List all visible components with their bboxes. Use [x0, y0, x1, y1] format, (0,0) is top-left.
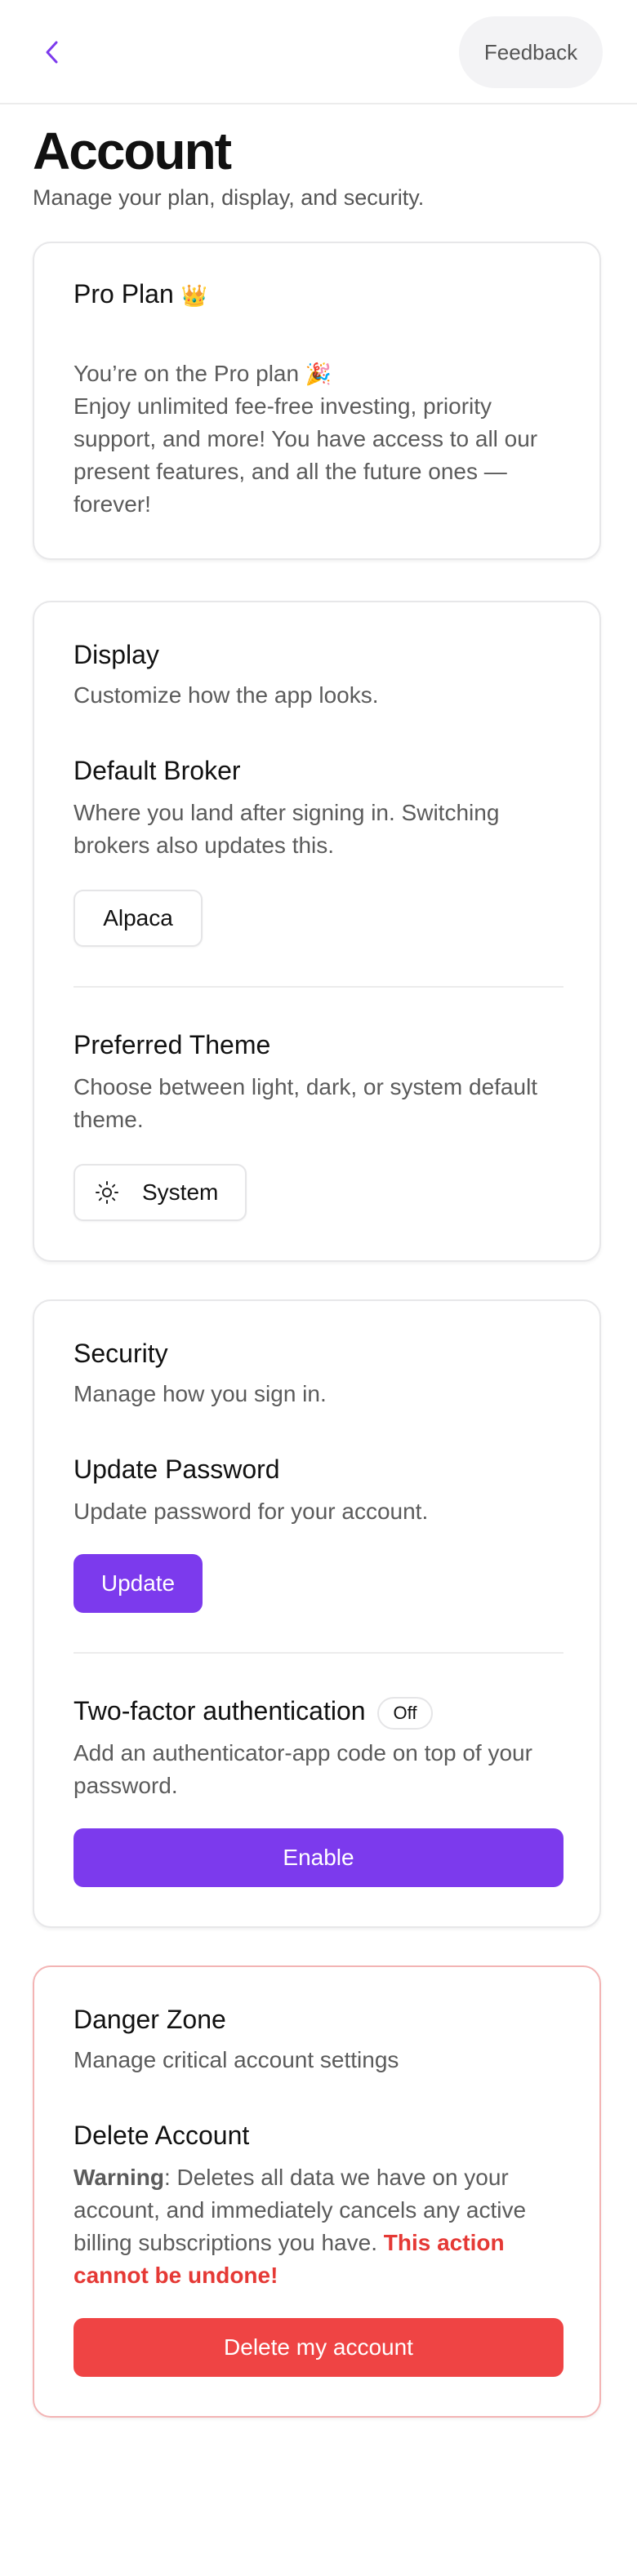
plan-card: Pro Plan 👑 You’re on the Pro plan 🎉 Enjo… — [33, 242, 601, 560]
chevron-left-icon — [46, 41, 58, 64]
security-subtitle: Manage how you sign in. — [74, 1381, 327, 1406]
page-subtitle: Manage your plan, display, and security. — [33, 185, 425, 210]
party-popper-icon: 🎉 — [305, 362, 332, 386]
display-title: Display — [74, 640, 159, 669]
broker-select[interactable]: Alpaca — [74, 890, 203, 947]
top-bar: Feedback — [0, 0, 637, 104]
danger-zone-title: Danger Zone — [74, 2005, 226, 2034]
update-password-title: Update Password — [74, 1455, 280, 1484]
broker-select-value: Alpaca — [103, 905, 173, 930]
plan-title: Pro Plan 👑 — [74, 279, 207, 309]
theme-select-value: System — [142, 1179, 219, 1205]
theme-select[interactable]: System — [74, 1164, 247, 1221]
two-factor-description: Add an authenticator-app code on top of … — [74, 1740, 532, 1798]
preferred-theme-title: Preferred Theme — [74, 1030, 271, 1059]
divider — [74, 1652, 564, 1654]
page-title: Account — [33, 122, 232, 180]
plan-description: You’re on the Pro plan 🎉 Enjoy unlimited… — [74, 361, 538, 517]
delete-account-title: Delete Account — [74, 2121, 250, 2150]
two-factor-title-row: Two-factor authentication Off — [74, 1694, 434, 1730]
update-password-button[interactable]: Update — [74, 1554, 203, 1613]
delete-account-button[interactable]: Delete my account — [74, 2318, 564, 2377]
display-card: Display Customize how the app looks. Def… — [33, 601, 601, 1262]
security-card: Security Manage how you sign in. Update … — [33, 1299, 601, 1928]
preferred-theme-description: Choose between light, dark, or system de… — [74, 1074, 538, 1132]
update-password-description: Update password for your account. — [74, 1499, 429, 1524]
default-broker-title: Default Broker — [74, 756, 241, 785]
danger-zone-subtitle: Manage critical account settings — [74, 2047, 399, 2072]
two-factor-title: Two-factor authentication — [74, 1696, 366, 1725]
display-subtitle: Customize how the app looks. — [74, 682, 379, 708]
security-title: Security — [74, 1339, 168, 1368]
crown-icon: 👑 — [180, 283, 207, 308]
danger-zone-card: Danger Zone Manage critical account sett… — [33, 1965, 601, 2418]
sun-icon — [96, 1181, 118, 1204]
divider — [74, 986, 564, 988]
feedback-button[interactable]: Feedback — [459, 16, 603, 88]
delete-account-description: Warning: Deletes all data we have on you… — [74, 2165, 527, 2288]
default-broker-description: Where you land after signing in. Switchi… — [74, 800, 500, 858]
warning-label: Warning — [74, 2165, 164, 2190]
back-button[interactable] — [33, 33, 72, 72]
two-factor-status-badge: Off — [376, 1696, 434, 1730]
enable-two-factor-button[interactable]: Enable — [74, 1828, 564, 1887]
